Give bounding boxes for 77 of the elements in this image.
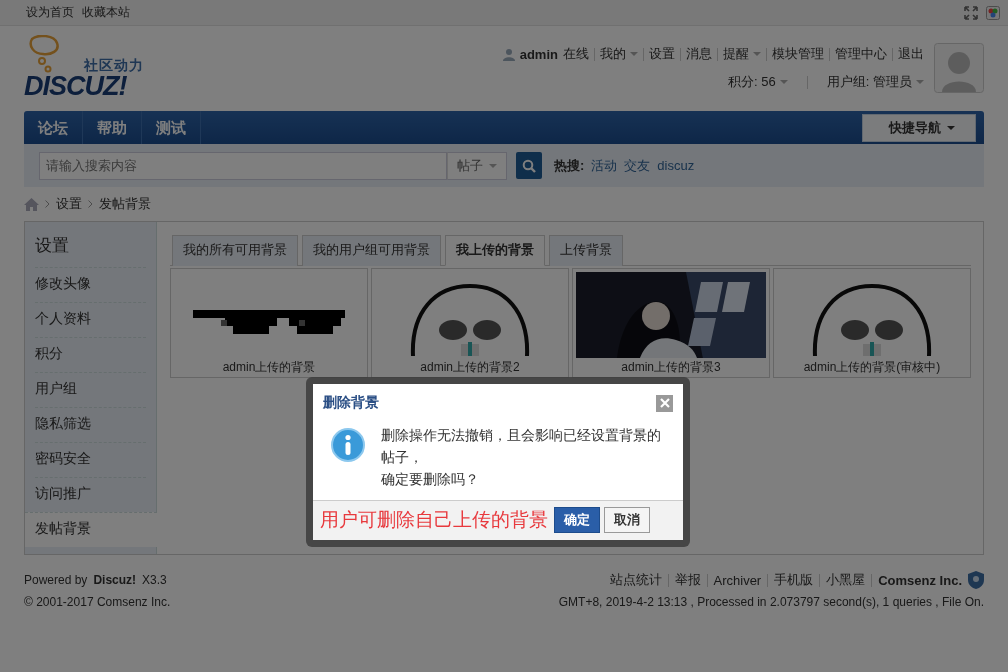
sidebar-item[interactable]: 用户组	[35, 372, 146, 407]
annotation-text: 用户可删除自己上传的背景	[320, 508, 548, 532]
background-caption: admin上传的背景3	[621, 359, 721, 376]
user-menu-link[interactable]: 我的	[600, 45, 638, 63]
chevron-icon	[88, 200, 93, 208]
footer-link[interactable]: 手机版	[774, 571, 814, 589]
shield-icon[interactable]	[968, 571, 984, 589]
user-menu-link[interactable]: 退出	[898, 45, 924, 63]
background-caption: admin上传的背景(审核中)	[803, 359, 941, 376]
tab[interactable]: 上传背景	[549, 235, 623, 266]
top-link[interactable]: 收藏本站	[82, 4, 130, 21]
user-menu-link[interactable]: 消息	[686, 45, 712, 63]
server-status-text: GMT+8, 2019-4-2 13:13 , Processed in 2.073797 second(s), 1 queries , File On.	[558, 594, 984, 611]
footer-link[interactable]: 站点统计	[609, 571, 662, 589]
caret-icon	[630, 52, 638, 56]
footer-link[interactable]: Comsenz Inc.	[878, 572, 962, 588]
background-card[interactable]: admin上传的背景	[170, 268, 368, 378]
home-icon[interactable]	[24, 197, 39, 211]
username-link[interactable]: admin	[519, 46, 558, 62]
powered-by-text: Powered by Discuz! X3.3	[24, 572, 168, 589]
info-icon	[331, 428, 365, 462]
footer-link[interactable]: 举报	[674, 571, 701, 589]
close-button[interactable]	[656, 394, 673, 412]
dialog-title: 删除背景	[323, 394, 379, 412]
sidebar-title: 设置	[34, 235, 70, 257]
background-card[interactable]: admin上传的背景2	[371, 268, 569, 378]
sidebar-item[interactable]: 密码安全	[35, 442, 146, 477]
caret-icon	[489, 163, 497, 168]
search-icon	[522, 158, 536, 173]
hot-search-link[interactable]: 交友	[624, 156, 651, 175]
user-stat-link[interactable]: 积分: 56	[728, 73, 788, 91]
copyright-text: © 2001-2017 Comsenz Inc.	[24, 594, 171, 611]
breadcrumb-link[interactable]: 设置	[56, 195, 82, 213]
user-menu-link[interactable]: 管理中心	[835, 45, 887, 63]
avatar-icon[interactable]	[934, 43, 984, 93]
hot-search-label: 热搜:	[554, 156, 585, 175]
tab[interactable]: 我的用户组可用背景	[302, 235, 441, 266]
tab[interactable]: 我上传的背景	[445, 235, 545, 266]
footer-link[interactable]: 小黑屋	[826, 571, 866, 589]
sidebar-item[interactable]: 个人资料	[35, 302, 146, 337]
user-menu-link[interactable]: 模块管理	[772, 45, 824, 63]
thought-bubble-icon	[26, 35, 60, 75]
close-icon	[659, 398, 670, 408]
search-scope-dropdown[interactable]: 帖子	[447, 151, 507, 180]
sidebar-item[interactable]: 积分	[35, 337, 146, 372]
top-link[interactable]: 设为首页	[26, 4, 74, 21]
sidebar-item[interactable]: 发帖背景	[25, 512, 157, 547]
dialog-message: 确定要删除吗？	[381, 470, 480, 489]
fullscreen-icon[interactable]	[964, 5, 978, 20]
user-icon	[502, 47, 515, 61]
dialog-message: 删除操作无法撤销，且会影响已经设置背景的帖子，	[381, 426, 662, 467]
caret-icon	[753, 52, 761, 56]
chevron-icon	[45, 200, 50, 208]
sidebar-item[interactable]: 隐私筛选	[35, 407, 146, 442]
confirm-button[interactable]: 确定	[554, 507, 600, 533]
cancel-button[interactable]: 取消	[604, 507, 650, 533]
tab[interactable]: 我的所有可用背景	[172, 235, 298, 266]
breadcrumb-link[interactable]: 发帖背景	[99, 195, 151, 213]
background-caption: admin上传的背景	[222, 359, 316, 376]
footer-link[interactable]: Archiver	[713, 572, 762, 588]
caret-icon	[779, 80, 788, 84]
caret-icon	[947, 125, 955, 130]
caret-icon	[916, 80, 924, 84]
search-field[interactable]: 请输入搜索内容	[39, 151, 447, 180]
hot-search-link[interactable]: 活动	[591, 156, 618, 175]
background-card[interactable]: admin上传的背景(审核中)	[773, 268, 971, 378]
background-card[interactable]: admin上传的背景3	[572, 268, 770, 378]
background-caption: admin上传的背景2	[420, 359, 520, 376]
quick-nav-button[interactable]: 快捷导航	[862, 113, 976, 142]
online-status: 在线	[563, 45, 589, 63]
user-menu-link[interactable]: 提醒	[723, 45, 761, 63]
sidebar-item[interactable]: 修改头像	[35, 267, 146, 302]
hot-search-link[interactable]: discuz	[657, 158, 695, 173]
user-stat-link[interactable]: 用户组: 管理员	[826, 73, 924, 91]
user-menu-link[interactable]: 设置	[649, 45, 675, 63]
search-button[interactable]	[516, 152, 542, 179]
theme-icon[interactable]	[986, 5, 1000, 20]
